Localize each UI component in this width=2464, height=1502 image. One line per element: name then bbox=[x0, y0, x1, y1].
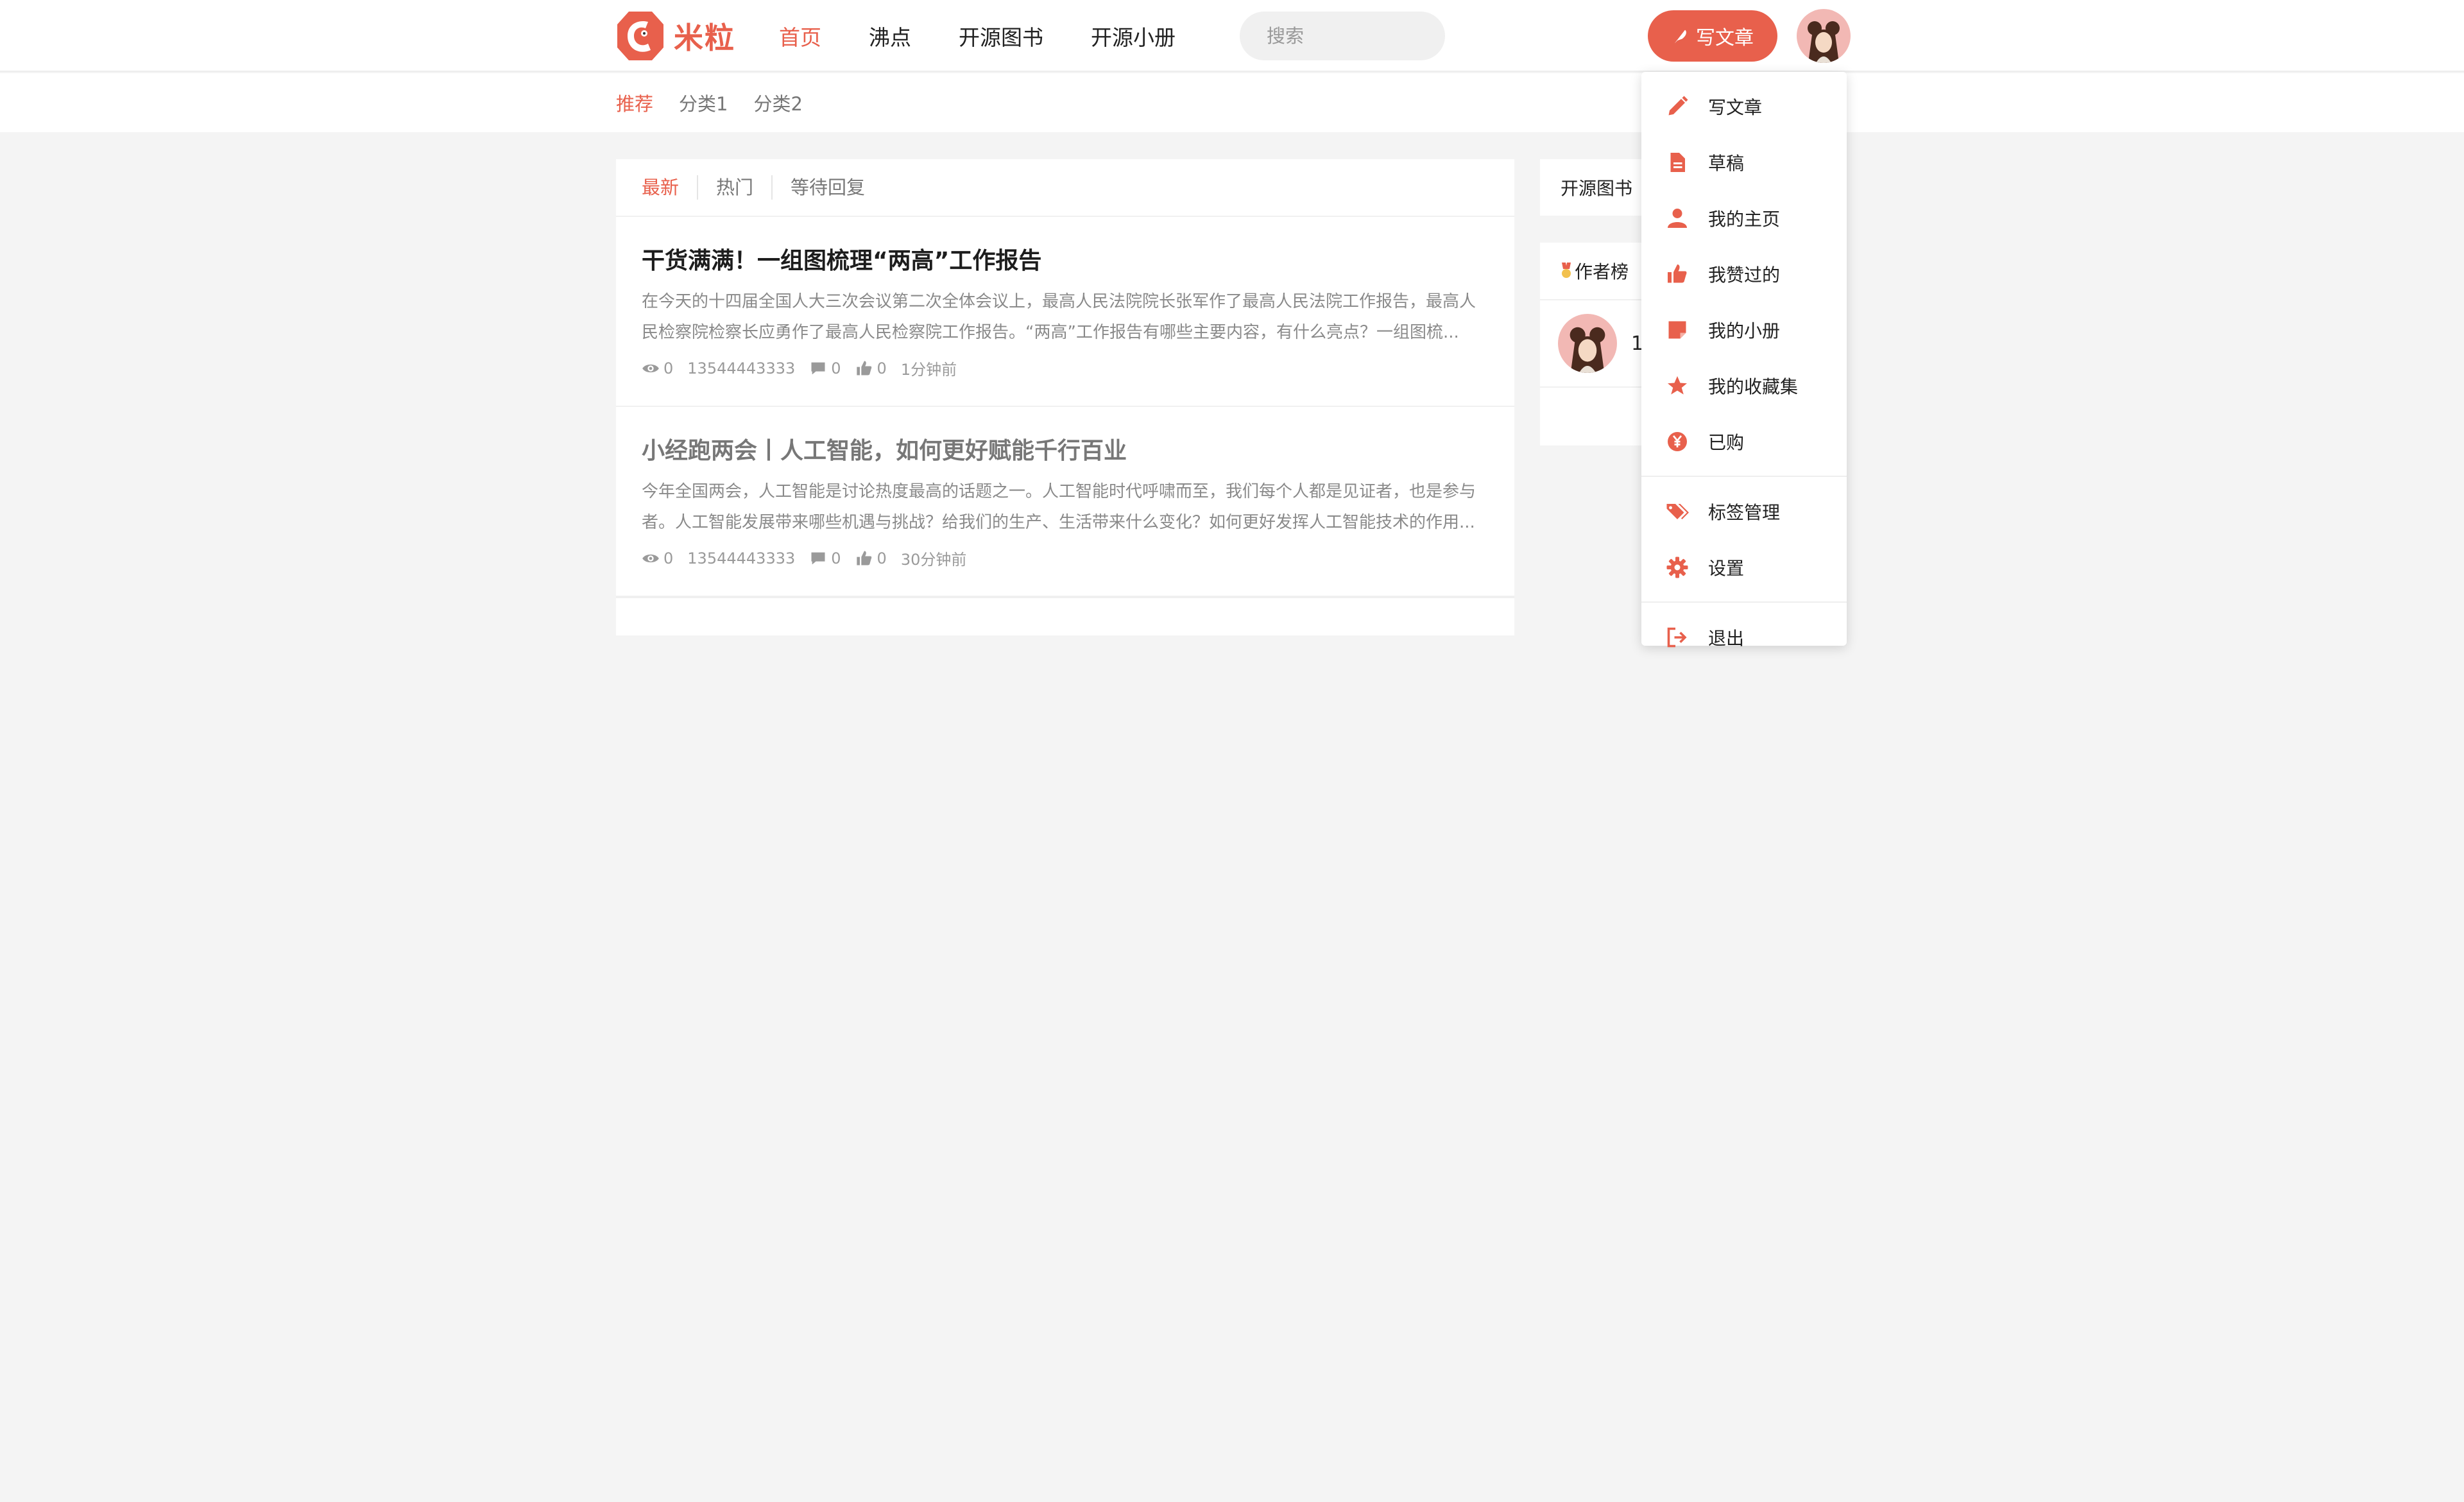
menu-item-my-homepage[interactable]: 我的主页 bbox=[1641, 190, 1847, 246]
author-name[interactable]: 13544443333 bbox=[687, 549, 795, 567]
menu-item-label: 我的小册 bbox=[1708, 320, 1781, 341]
user-dropdown-menu: 写文章 草稿 我的主页 我赞过的 我的小册 我的收藏集 已购 标签管理 设置 退… bbox=[1641, 72, 1847, 649]
brand-name: 米粒 bbox=[674, 21, 735, 55]
open-books-title[interactable]: 开源图书 bbox=[1561, 175, 1632, 200]
article-meta: 0 13544443333 0 0 30分钟前 bbox=[642, 547, 1489, 569]
author-name[interactable]: 13544443333 bbox=[687, 359, 795, 377]
comment-count: 0 bbox=[831, 549, 841, 567]
list-footer bbox=[616, 597, 1514, 635]
search-box bbox=[1240, 12, 1502, 60]
logout-icon bbox=[1667, 627, 1687, 647]
article-title[interactable]: 小经跑两会丨人工智能，如何更好赋能千行百业 bbox=[642, 435, 1489, 467]
note-icon bbox=[1668, 321, 1686, 338]
thumbs-up-icon bbox=[856, 550, 871, 565]
category-2[interactable]: 分类2 bbox=[753, 89, 802, 116]
menu-item-label: 我赞过的 bbox=[1708, 264, 1781, 286]
nav-open-booklets[interactable]: 开源小册 bbox=[1091, 21, 1176, 51]
write-article-label: 写文章 bbox=[1696, 27, 1754, 49]
like-count: 0 bbox=[877, 549, 887, 567]
view-count: 0 bbox=[663, 359, 674, 377]
menu-item-collections[interactable]: 我的收藏集 bbox=[1641, 358, 1847, 413]
eye-icon bbox=[642, 554, 659, 562]
avatar-icon bbox=[1558, 314, 1617, 373]
thumbs-up-icon bbox=[1668, 264, 1687, 282]
eye-icon bbox=[642, 364, 659, 372]
article-item[interactable]: 干货满满！一组图梳理“两高”工作报告 在今天的十四届全国人大三次会议第二次全体会… bbox=[616, 217, 1514, 407]
main-nav: 首页 沸点 开源图书 开源小册 bbox=[779, 0, 1223, 72]
article-list-card: 最新 热门 等待回复 干货满满！一组图梳理“两高”工作报告 在今天的十四届全国人… bbox=[616, 159, 1514, 635]
yen-icon bbox=[1668, 431, 1687, 451]
author-avatar[interactable] bbox=[1558, 314, 1617, 373]
menu-item-label: 写文章 bbox=[1708, 96, 1763, 118]
like-count: 0 bbox=[877, 359, 887, 377]
logo-icon bbox=[617, 12, 663, 60]
menu-group-exit: 退出 bbox=[1641, 603, 1847, 671]
menu-group-manage: 标签管理 设置 bbox=[1641, 477, 1847, 603]
nav-home[interactable]: 首页 bbox=[779, 21, 821, 51]
menu-item-settings[interactable]: 设置 bbox=[1641, 539, 1847, 595]
menu-item-label: 草稿 bbox=[1708, 152, 1745, 174]
brand-logo[interactable]: 米粒 bbox=[616, 9, 735, 63]
menu-item-label: 我的主页 bbox=[1708, 208, 1781, 230]
user-icon bbox=[1668, 208, 1687, 228]
article-title[interactable]: 干货满满！一组图梳理“两高”工作报告 bbox=[642, 245, 1489, 277]
top-navbar: 米粒 首页 沸点 开源图书 开源小册 写文章 bbox=[0, 0, 2464, 72]
gear-icon bbox=[1666, 557, 1688, 578]
menu-item-liked[interactable]: 我赞过的 bbox=[1641, 246, 1847, 302]
menu-group-main: 写文章 草稿 我的主页 我赞过的 我的小册 我的收藏集 已购 bbox=[1641, 72, 1847, 477]
medal-icon bbox=[1562, 263, 1571, 278]
nav-pins[interactable]: 沸点 bbox=[869, 21, 911, 51]
document-icon bbox=[1670, 152, 1685, 172]
menu-item-my-booklets[interactable]: 我的小册 bbox=[1641, 302, 1847, 358]
menu-item-label: 已购 bbox=[1708, 431, 1745, 453]
menu-item-logout[interactable]: 退出 bbox=[1641, 609, 1847, 665]
category-1[interactable]: 分类1 bbox=[679, 89, 728, 116]
menu-item-write-article[interactable]: 写文章 bbox=[1641, 78, 1847, 134]
article-meta: 0 13544443333 0 0 1分钟前 bbox=[642, 357, 1489, 379]
tab-latest[interactable]: 最新 bbox=[642, 175, 697, 200]
article-item[interactable]: 小经跑两会丨人工智能，如何更好赋能千行百业 今年全国两会，人工智能是讨论热度最高… bbox=[616, 407, 1514, 597]
publish-time: 30分钟前 bbox=[900, 551, 967, 569]
sort-tabs: 最新 热门 等待回复 bbox=[616, 159, 1514, 217]
menu-item-drafts[interactable]: 草稿 bbox=[1641, 134, 1847, 190]
comment-icon bbox=[811, 362, 825, 374]
star-icon bbox=[1668, 376, 1687, 394]
category-recommend[interactable]: 推荐 bbox=[616, 89, 653, 116]
publish-time: 1分钟前 bbox=[900, 361, 957, 379]
avatar-icon bbox=[1797, 9, 1851, 63]
search-input[interactable] bbox=[1267, 25, 1502, 47]
comment-icon bbox=[811, 552, 825, 564]
menu-item-label: 退出 bbox=[1708, 627, 1745, 649]
write-article-button[interactable]: 写文章 bbox=[1648, 10, 1777, 62]
menu-item-purchased[interactable]: 已购 bbox=[1641, 413, 1847, 469]
article-summary: 在今天的十四届全国人大三次会议第二次全体会议上，最高人民法院院长张军作了最高人民… bbox=[642, 292, 1476, 342]
author-rank-title: 作者榜 bbox=[1575, 261, 1629, 282]
nav-open-books[interactable]: 开源图书 bbox=[959, 21, 1043, 51]
pencil-icon bbox=[1668, 96, 1688, 115]
tab-hot[interactable]: 热门 bbox=[697, 175, 771, 200]
menu-item-label: 设置 bbox=[1708, 557, 1745, 579]
category-bar: 推荐 分类1 分类2 bbox=[0, 73, 2464, 132]
menu-item-label: 我的收藏集 bbox=[1708, 376, 1799, 397]
article-summary: 今年全国两会，人工智能是讨论热度最高的话题之一。人工智能时代呼啸而至，我们每个人… bbox=[642, 482, 1476, 532]
tags-icon bbox=[1666, 503, 1689, 519]
tab-awaiting-reply[interactable]: 等待回复 bbox=[771, 175, 883, 200]
menu-item-label: 标签管理 bbox=[1708, 501, 1781, 523]
comment-count: 0 bbox=[831, 359, 841, 377]
user-avatar[interactable] bbox=[1797, 9, 1851, 63]
view-count: 0 bbox=[663, 549, 674, 567]
feather-icon bbox=[1674, 30, 1686, 44]
thumbs-up-icon bbox=[856, 360, 871, 375]
menu-item-tag-management[interactable]: 标签管理 bbox=[1641, 483, 1847, 539]
